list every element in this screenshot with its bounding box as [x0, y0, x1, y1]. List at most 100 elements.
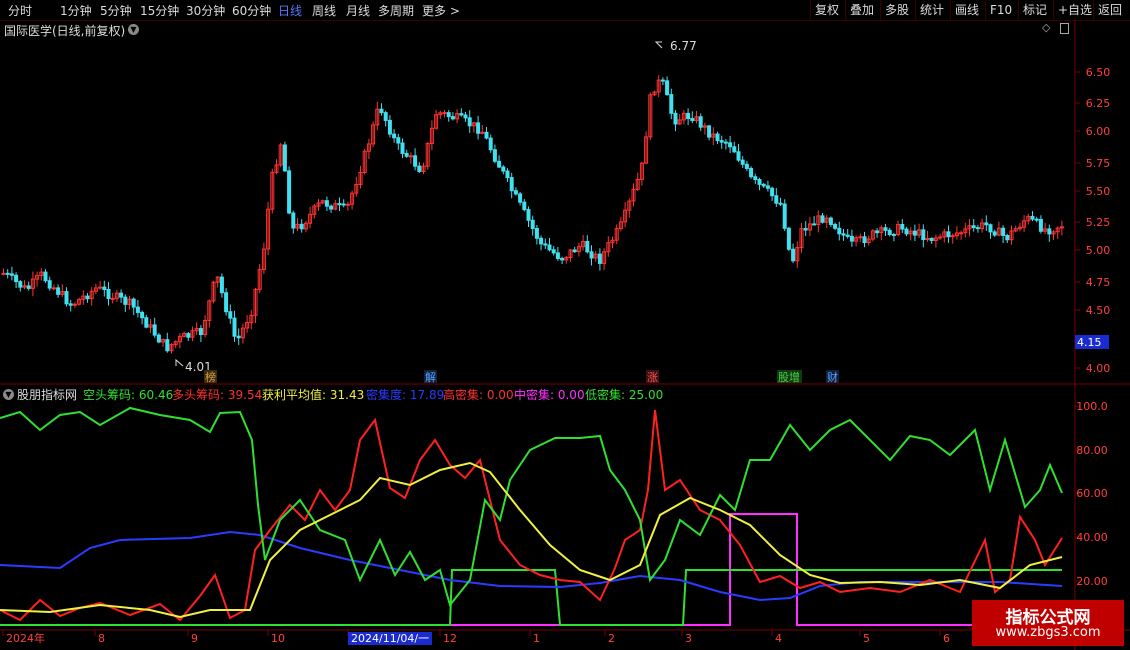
- candle-body: [1, 272, 6, 275]
- event-tag-bang[interactable]: 榜: [204, 370, 217, 384]
- draw-line-button[interactable]: 画线: [950, 0, 983, 20]
- candle-body: [786, 227, 791, 250]
- svg-text:解: 解: [425, 370, 436, 384]
- candle-body: [505, 170, 510, 179]
- candle-body: [984, 222, 989, 226]
- indicator-menu-icon[interactable]: ▼: [3, 389, 14, 400]
- period-toolbar: 分时 1分钟 5分钟 15分钟 30分钟 60分钟 日线 周线 月线 多周期 更…: [0, 0, 1130, 21]
- long-chips-value: 多头筹码: 39.54: [172, 388, 263, 402]
- candle-body: [828, 217, 833, 225]
- date-tick-label: 3: [685, 632, 692, 645]
- density-value: 密集度: 17.89: [366, 388, 445, 402]
- date-tick-label: 4: [775, 632, 782, 645]
- candle-body: [585, 241, 590, 253]
- candle-body: [719, 140, 724, 143]
- period-tab-daily[interactable]: 日线: [278, 2, 302, 19]
- price-tick-label: 5.25: [1086, 216, 1111, 229]
- candle-body: [589, 251, 594, 259]
- period-tab-more[interactable]: 更多 >: [422, 2, 460, 19]
- candle-body: [1038, 218, 1043, 232]
- date-tick-label: 5: [863, 632, 870, 645]
- candle-body: [387, 119, 392, 135]
- candle-body: [228, 311, 233, 319]
- candle-body: [560, 257, 565, 261]
- candle-body: [463, 114, 468, 119]
- candle-body: [51, 287, 56, 290]
- candle-body: [686, 112, 691, 120]
- period-tab-30min[interactable]: 30分钟: [186, 2, 225, 19]
- f10-button[interactable]: F10: [985, 0, 1016, 20]
- candle-body: [597, 253, 602, 264]
- mark-button[interactable]: 标记: [1018, 0, 1051, 20]
- candle-body: [1047, 228, 1052, 235]
- event-tag-cai[interactable]: 财: [826, 370, 839, 384]
- candle-body: [484, 131, 489, 139]
- svg-text:股增: 股增: [778, 370, 800, 384]
- period-tab-60min[interactable]: 60分钟: [232, 2, 271, 19]
- period-tab-monthly[interactable]: 月线: [346, 2, 370, 19]
- indicator-name[interactable]: 股朋指标网: [17, 386, 77, 403]
- period-tab-weekly[interactable]: 周线: [312, 2, 336, 19]
- candle-body: [442, 112, 447, 115]
- candle-body: [555, 252, 560, 259]
- svg-text:财: 财: [827, 370, 838, 384]
- period-tab-5min[interactable]: 5分钟: [100, 2, 132, 19]
- candle-body: [774, 195, 779, 204]
- statistics-button[interactable]: 统计: [915, 0, 948, 20]
- low-density-line: [0, 569, 1062, 626]
- multi-stock-button[interactable]: 多股: [880, 0, 913, 20]
- candle-body: [526, 209, 531, 221]
- candle-body: [803, 228, 808, 231]
- overlay-button[interactable]: 叠加: [845, 0, 878, 20]
- indicator-tick-label: 20.00: [1076, 575, 1108, 588]
- candle-body: [450, 116, 455, 120]
- candle-body: [547, 244, 552, 251]
- period-tab-multi[interactable]: 多周期: [378, 2, 414, 19]
- candle-body: [152, 324, 157, 336]
- watermark-badge: 指标公式网 www.zbgs3.com: [972, 600, 1124, 646]
- indicator-tick-label: 60.00: [1076, 487, 1108, 500]
- profit-avg-line: [0, 461, 1063, 619]
- candle-body: [480, 131, 485, 134]
- candle-body: [14, 274, 19, 283]
- candle-body: [329, 205, 334, 210]
- candle-body: [131, 298, 136, 308]
- period-tab-1min[interactable]: 1分钟: [60, 2, 92, 19]
- candle-body: [849, 235, 854, 242]
- candle-body: [337, 203, 342, 206]
- candle-body: [282, 144, 287, 172]
- candle-body: [992, 231, 997, 236]
- candle-body: [165, 339, 170, 352]
- candle-body: [198, 328, 203, 336]
- candle-body: [690, 118, 695, 121]
- event-tag-guzeng[interactable]: 股增: [777, 370, 802, 384]
- indicator-tick-label: 40.00: [1076, 531, 1108, 544]
- short-chips-line: [0, 406, 1063, 608]
- add-watchlist-button[interactable]: +自选: [1053, 0, 1096, 20]
- stock-chart-canvas[interactable]: 6.50 6.25 6.00 5.75 5.50 5.25 5.00 4.75 4.50 4.00…: [0, 20, 1130, 650]
- candle-body: [891, 233, 896, 236]
- candle-body: [522, 201, 527, 211]
- candle-body: [110, 297, 115, 300]
- back-button[interactable]: 返回: [1093, 0, 1126, 20]
- candle-body: [1034, 218, 1039, 221]
- candle-body: [673, 112, 678, 125]
- candle-body: [379, 108, 384, 114]
- svg-text:涨: 涨: [647, 371, 658, 384]
- candle-body: [224, 292, 229, 313]
- candle-body: [497, 160, 502, 168]
- event-tag-zhang[interactable]: 涨: [646, 370, 659, 384]
- date-tick-label: 2024年: [6, 631, 45, 645]
- candle-body: [534, 227, 539, 239]
- candle-body: [18, 281, 23, 288]
- candle-body: [9, 273, 14, 276]
- candle-body: [988, 224, 993, 233]
- period-tab-timeshare[interactable]: 分时: [8, 2, 32, 19]
- restore-rights-button[interactable]: 复权: [810, 0, 843, 20]
- period-tab-15min[interactable]: 15分钟: [140, 2, 179, 19]
- candle-body: [413, 155, 418, 167]
- event-tag-jie[interactable]: 解: [424, 370, 437, 384]
- candle-body: [476, 122, 481, 134]
- candle-body: [665, 80, 670, 96]
- candle-body: [140, 311, 145, 319]
